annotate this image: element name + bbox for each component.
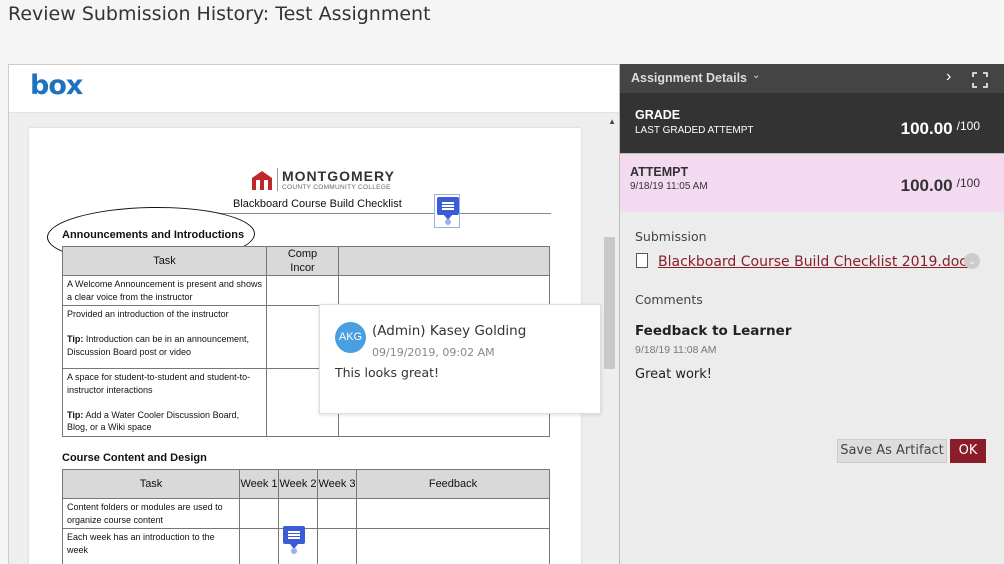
- college-logo: MONTGOMERY COUNTY COMMUNITY COLLEGE: [251, 168, 395, 191]
- submission-file-link[interactable]: Blackboard Course Build Checklist 2019.d…: [658, 254, 975, 270]
- feedback-title: Feedback to Learner: [635, 323, 792, 339]
- table-header: Task: [62, 469, 240, 499]
- table-row: A Welcome Announcement is present and sh…: [62, 275, 267, 306]
- table-header: Week 1: [239, 469, 279, 499]
- comment-marker-icon[interactable]: [434, 194, 460, 228]
- table-header: Week 3: [317, 469, 357, 499]
- comment-author: (Admin) Kasey Golding: [372, 323, 527, 339]
- table-header: Feedback: [356, 469, 550, 499]
- table-header: Week 2: [278, 469, 318, 499]
- avatar: AKG: [335, 322, 366, 353]
- document-title: Blackboard Course Build Checklist: [233, 198, 402, 210]
- chevron-down-icon[interactable]: ⌄: [964, 253, 980, 269]
- save-as-artifact-button[interactable]: Save As Artifact: [837, 439, 947, 463]
- submission-label: Submission: [635, 229, 707, 244]
- college-subtitle: COUNTY COMMUNITY COLLEGE: [282, 184, 391, 191]
- comments-label: Comments: [635, 292, 703, 307]
- file-icon: [636, 253, 648, 268]
- attempt-section[interactable]: ATTEMPT 9/18/19 11:05 AM 100.00/100: [620, 153, 1004, 212]
- table-row: Each week has an introduction to the wee…: [62, 528, 240, 564]
- ok-button[interactable]: OK: [950, 439, 986, 463]
- viewer-body[interactable]: MONTGOMERY COUNTY COMMUNITY COLLEGE Blac…: [9, 113, 619, 564]
- page-title: Review Submission History: Test Assignme…: [8, 3, 431, 25]
- assignment-details-panel: Assignment Details ⌄ › GRADE LAST GRADED…: [619, 64, 1004, 564]
- feedback-date: 9/18/19 11:08 AM: [635, 344, 717, 356]
- panel-header: Assignment Details ⌄ ›: [620, 64, 1004, 93]
- expand-icon[interactable]: [972, 72, 988, 88]
- grade-score: 100.00/100: [900, 119, 980, 138]
- box-logo: box: [30, 70, 83, 101]
- table-row: Provided an introduction of the instruct…: [62, 305, 267, 369]
- document-viewer: box MONTGOMERY COUNTY COMMUNITY COLLEGE …: [8, 64, 620, 564]
- scrollbar-thumb[interactable]: [604, 237, 615, 369]
- grade-sublabel: LAST GRADED ATTEMPT: [635, 125, 754, 136]
- scroll-up-arrow-icon[interactable]: ▲: [608, 117, 616, 126]
- document-page: MONTGOMERY COUNTY COMMUNITY COLLEGE Blac…: [29, 128, 601, 564]
- table-row: A space for student-to-student and stude…: [62, 368, 267, 437]
- comment-popup: AKG (Admin) Kasey Golding 09/19/2019, 09…: [319, 304, 601, 414]
- comment-text: This looks great!: [335, 365, 440, 380]
- attempt-label: ATTEMPT: [630, 165, 689, 179]
- chevron-down-icon[interactable]: ⌄: [752, 70, 760, 81]
- grade-section: GRADE LAST GRADED ATTEMPT 100.00/100: [620, 93, 1004, 153]
- panel-title[interactable]: Assignment Details: [631, 71, 747, 85]
- section-heading-announcements: Announcements and Introductions: [62, 229, 245, 241]
- section-heading-content: Course Content and Design: [62, 452, 207, 464]
- table-header: Task: [62, 246, 267, 276]
- checklist-table-content: Task Week 1 Week 2 Week 3 Feedback Conte…: [62, 469, 550, 564]
- chevron-right-icon[interactable]: ›: [946, 68, 951, 86]
- college-name: MONTGOMERY: [282, 168, 395, 184]
- comment-marker-icon[interactable]: [283, 526, 305, 554]
- attempt-date: 9/18/19 11:05 AM: [630, 181, 708, 192]
- feedback-text: Great work!: [635, 367, 712, 382]
- table-row: Content folders or modules are used to o…: [62, 498, 240, 529]
- college-mark-icon: [251, 169, 273, 191]
- table-header: Comp Incor: [266, 246, 339, 276]
- viewer-header: box: [9, 65, 619, 113]
- grade-label: GRADE: [635, 108, 681, 122]
- attempt-score: 100.00/100: [900, 176, 980, 195]
- comment-date: 09/19/2019, 09:02 AM: [372, 346, 495, 359]
- table-header: [338, 246, 550, 276]
- title-rule: [219, 213, 551, 214]
